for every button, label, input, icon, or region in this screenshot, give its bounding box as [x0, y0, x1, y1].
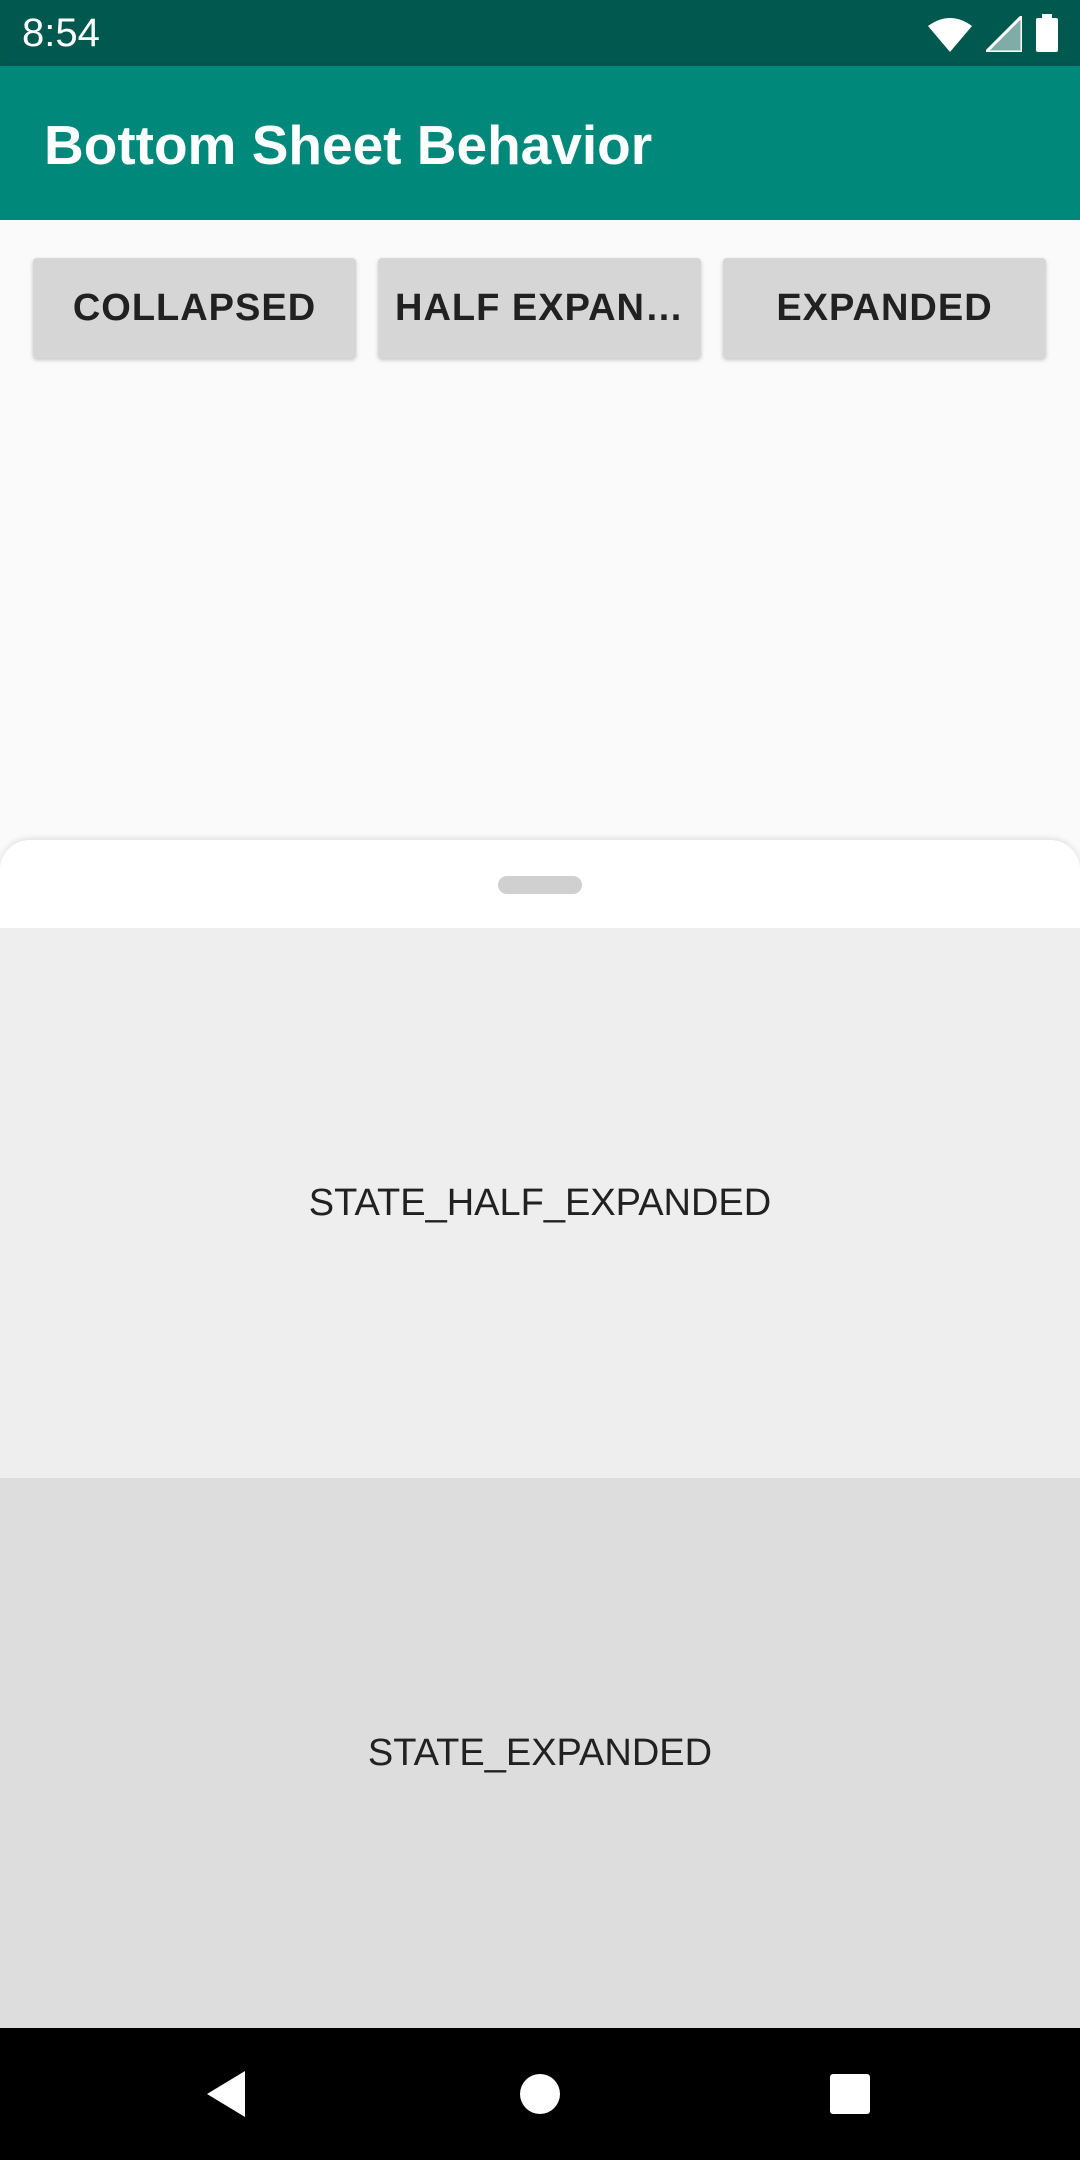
back-icon	[207, 2071, 245, 2117]
bottom-sheet: STATE_HALF_EXPANDED STATE_EXPANDED	[0, 840, 1080, 2028]
battery-icon	[1036, 14, 1058, 52]
status-bar: 8:54	[0, 0, 1080, 66]
expanded-section: STATE_EXPANDED	[0, 1478, 1080, 2028]
half-expanded-section: STATE_HALF_EXPANDED	[0, 928, 1080, 1478]
half-expanded-button[interactable]: HALF EXPAN…	[378, 258, 701, 358]
status-time: 8:54	[22, 11, 100, 55]
wifi-icon	[928, 18, 972, 52]
app-bar: Bottom Sheet Behavior	[0, 66, 1080, 220]
navigation-bar	[0, 2028, 1080, 2160]
expanded-label: STATE_EXPANDED	[367, 1731, 713, 1774]
main-content: COLLAPSED HALF EXPAN… EXPANDED	[0, 220, 1080, 840]
app-title: Bottom Sheet Behavior	[44, 114, 653, 176]
recents-button[interactable]	[784, 2028, 916, 2160]
expanded-button[interactable]: EXPANDED	[723, 258, 1046, 358]
half-expanded-label: STATE_HALF_EXPANDED	[308, 1181, 772, 1224]
drag-handle-area[interactable]	[0, 840, 1080, 928]
home-icon	[520, 2074, 560, 2114]
recents-icon	[830, 2074, 870, 2114]
cell-signal-icon	[986, 16, 1022, 52]
back-button[interactable]	[160, 2028, 292, 2160]
home-button[interactable]	[474, 2028, 606, 2160]
status-icons	[928, 14, 1058, 52]
collapsed-button[interactable]: COLLAPSED	[33, 258, 356, 358]
drag-handle[interactable]	[498, 876, 582, 894]
